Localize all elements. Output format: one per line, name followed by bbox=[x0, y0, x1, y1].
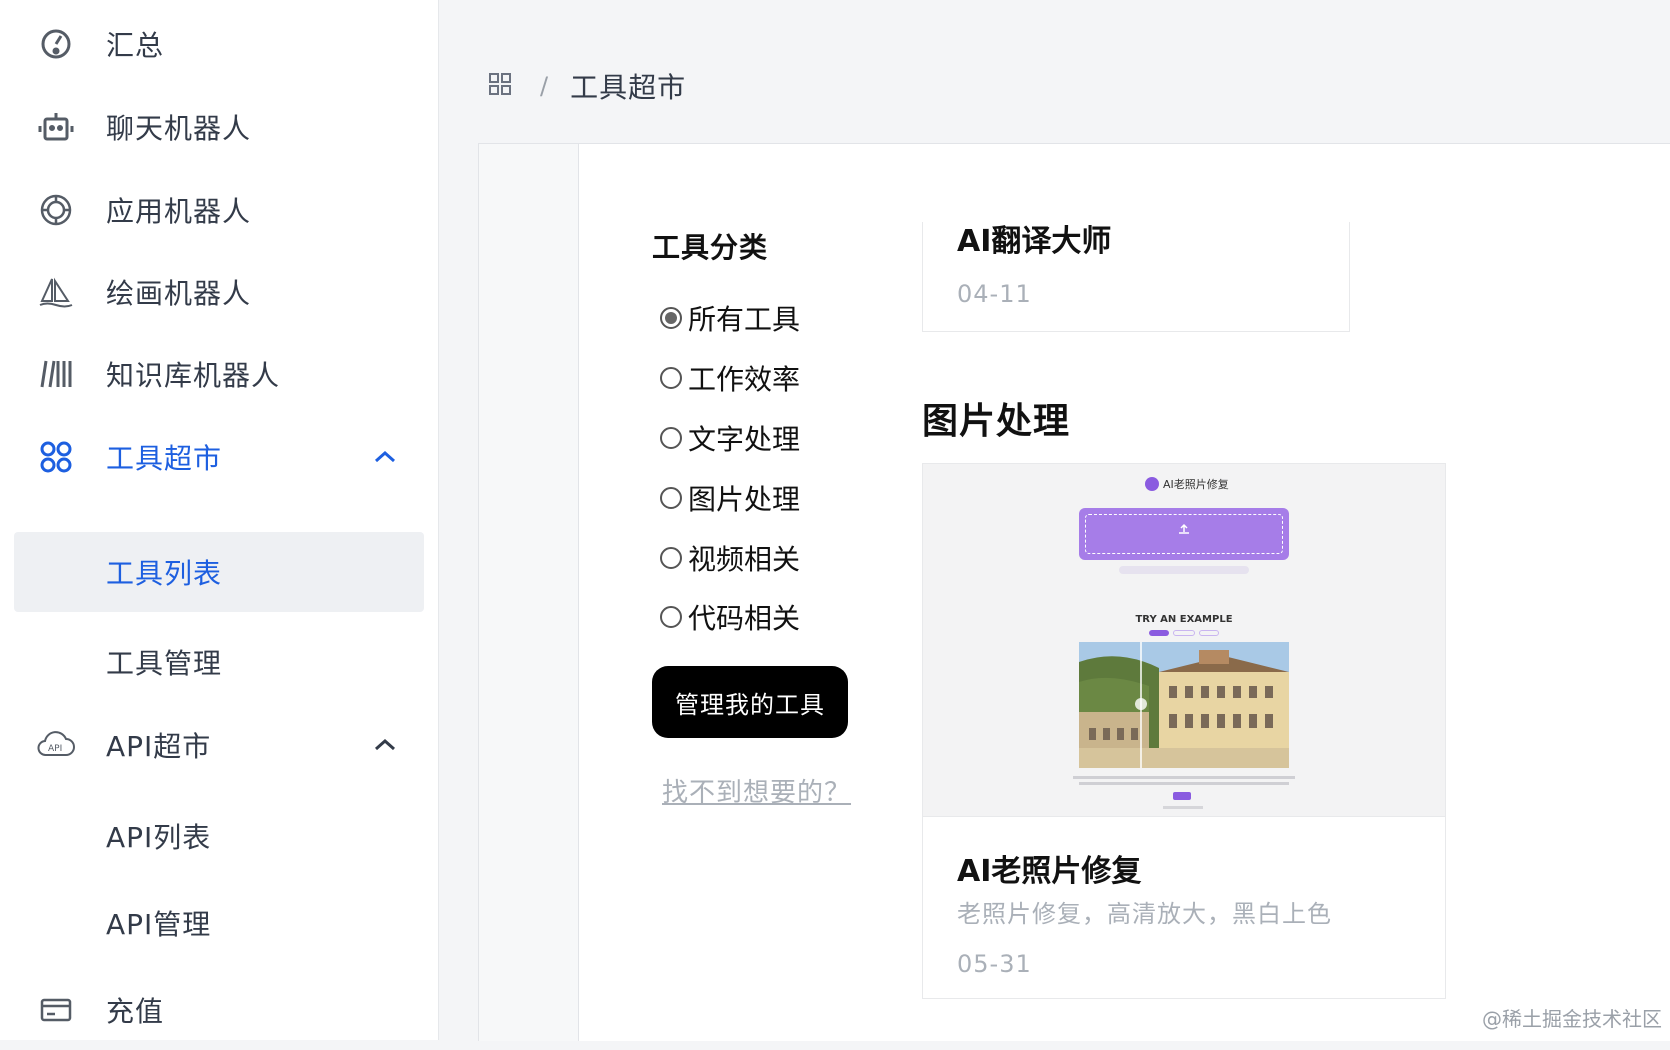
sidebar-item-tool-list[interactable]: 工具列表 bbox=[14, 532, 424, 612]
sidebar-item-api-manage[interactable]: API管理 bbox=[0, 883, 438, 963]
breadcrumb-current: 工具超市 bbox=[570, 71, 687, 104]
sidebar-item-label: 汇总 bbox=[106, 29, 165, 62]
robot-icon bbox=[36, 107, 76, 147]
thumb-options bbox=[1119, 566, 1249, 574]
tool-card-date: 04-11 bbox=[957, 280, 1032, 308]
chevron-up-icon[interactable] bbox=[370, 442, 400, 472]
dashboard-icon bbox=[36, 24, 76, 64]
tool-card-title: AI老照片修复 bbox=[957, 854, 1142, 889]
sidebar-item-label: API列表 bbox=[106, 821, 212, 854]
sidebar-item-app-bot[interactable]: 应用机器人 bbox=[0, 170, 438, 250]
radio-label: 视频相关 bbox=[688, 543, 801, 576]
example-photo bbox=[1079, 642, 1289, 768]
tool-card-photo-restore[interactable]: AI老照片修复 TRY AN EXAMPLE AI老照片修复 老照片修复，高清放… bbox=[922, 463, 1446, 999]
radio-button[interactable] bbox=[660, 547, 682, 569]
sidebar-item-drawing-bot[interactable]: 绘画机器人 bbox=[0, 252, 438, 332]
thumb-logo-icon bbox=[1145, 477, 1159, 491]
radio-label: 工作效率 bbox=[688, 363, 801, 396]
library-icon bbox=[36, 354, 76, 394]
sidebar-item-label: 工具超市 bbox=[106, 442, 223, 475]
sidebar-item-tool-market[interactable]: 工具超市 bbox=[0, 417, 438, 497]
thumb-header: AI老照片修复 bbox=[1145, 476, 1229, 492]
upload-icon bbox=[1179, 523, 1189, 534]
sidebar-item-tool-manage[interactable]: 工具管理 bbox=[0, 622, 438, 702]
radio-video[interactable]: 视频相关 bbox=[660, 538, 800, 578]
sidebar-item-label: 知识库机器人 bbox=[106, 359, 281, 392]
sidebar-item-label: 工具管理 bbox=[106, 647, 223, 680]
sidebar-item-api-market[interactable]: API API超市 bbox=[0, 705, 438, 785]
radio-image-processing[interactable]: 图片处理 bbox=[660, 478, 800, 518]
sidebar: 汇总 聊天机器人 应用机器人 绘画机器人 知识库机器人 工具超市 工具列表 工具… bbox=[0, 0, 439, 1040]
sidebar-item-label: 充值 bbox=[106, 995, 165, 1028]
api-cloud-icon: API bbox=[36, 725, 76, 765]
tool-card-date: 05-31 bbox=[957, 950, 1032, 978]
tool-card-description: 老照片修复，高清放大，黑白上色 bbox=[957, 900, 1332, 928]
radio-all-tools[interactable]: 所有工具 bbox=[660, 298, 800, 338]
openai-icon bbox=[36, 190, 76, 230]
radio-button[interactable] bbox=[660, 606, 682, 628]
radio-label: 文字处理 bbox=[688, 423, 801, 456]
radio-text-processing[interactable]: 文字处理 bbox=[660, 418, 800, 458]
tool-card-translator[interactable]: AI翻译大师 04-11 bbox=[922, 222, 1350, 332]
radio-button[interactable] bbox=[660, 487, 682, 509]
sidebar-item-label: API超市 bbox=[106, 730, 212, 763]
radio-label: 所有工具 bbox=[688, 303, 801, 336]
svg-text:API: API bbox=[48, 744, 62, 754]
sidebar-item-summary[interactable]: 汇总 bbox=[0, 4, 438, 84]
credit-card-icon bbox=[36, 990, 76, 1030]
sidebar-item-api-list[interactable]: API列表 bbox=[0, 796, 438, 876]
radio-label: 图片处理 bbox=[688, 483, 801, 516]
filter-title: 工具分类 bbox=[652, 231, 769, 264]
sidebar-item-label: 绘画机器人 bbox=[106, 277, 252, 310]
thumb-example-label: TRY AN EXAMPLE bbox=[1135, 614, 1233, 625]
grid-icon[interactable] bbox=[488, 72, 512, 100]
tool-thumbnail: AI老照片修复 TRY AN EXAMPLE bbox=[923, 464, 1445, 817]
chevron-up-icon[interactable] bbox=[370, 730, 400, 760]
not-found-link[interactable]: 找不到想要的？ bbox=[662, 772, 851, 809]
sidebar-item-knowledge-bot[interactable]: 知识库机器人 bbox=[0, 334, 438, 414]
sailboat-icon bbox=[36, 272, 76, 312]
breadcrumb: / 工具超市 bbox=[488, 66, 686, 106]
watermark: @稀土掘金技术社区 bbox=[1482, 1007, 1662, 1031]
tool-card-title: AI翻译大师 bbox=[957, 224, 1112, 259]
sidebar-item-recharge[interactable]: 充值 bbox=[0, 970, 438, 1050]
sidebar-item-label: API管理 bbox=[106, 908, 212, 941]
radio-button[interactable] bbox=[660, 367, 682, 389]
sidebar-item-label: 工具列表 bbox=[106, 557, 223, 590]
radio-productivity[interactable]: 工作效率 bbox=[660, 358, 800, 398]
manage-my-tools-button[interactable]: 管理我的工具 bbox=[652, 666, 848, 738]
radio-label: 代码相关 bbox=[688, 602, 801, 635]
thumb-app-title: AI老照片修复 bbox=[1163, 478, 1229, 491]
thumb-upload-area bbox=[1079, 508, 1289, 560]
radio-button[interactable] bbox=[660, 307, 682, 329]
radio-button[interactable] bbox=[660, 427, 682, 449]
breadcrumb-separator: / bbox=[540, 72, 549, 100]
sidebar-item-label: 应用机器人 bbox=[106, 195, 252, 228]
sidebar-item-label: 聊天机器人 bbox=[106, 112, 252, 145]
sidebar-item-chatbot[interactable]: 聊天机器人 bbox=[0, 87, 438, 167]
radio-code[interactable]: 代码相关 bbox=[660, 597, 800, 637]
section-title: 图片处理 bbox=[922, 401, 1071, 442]
apps-icon bbox=[36, 437, 76, 477]
